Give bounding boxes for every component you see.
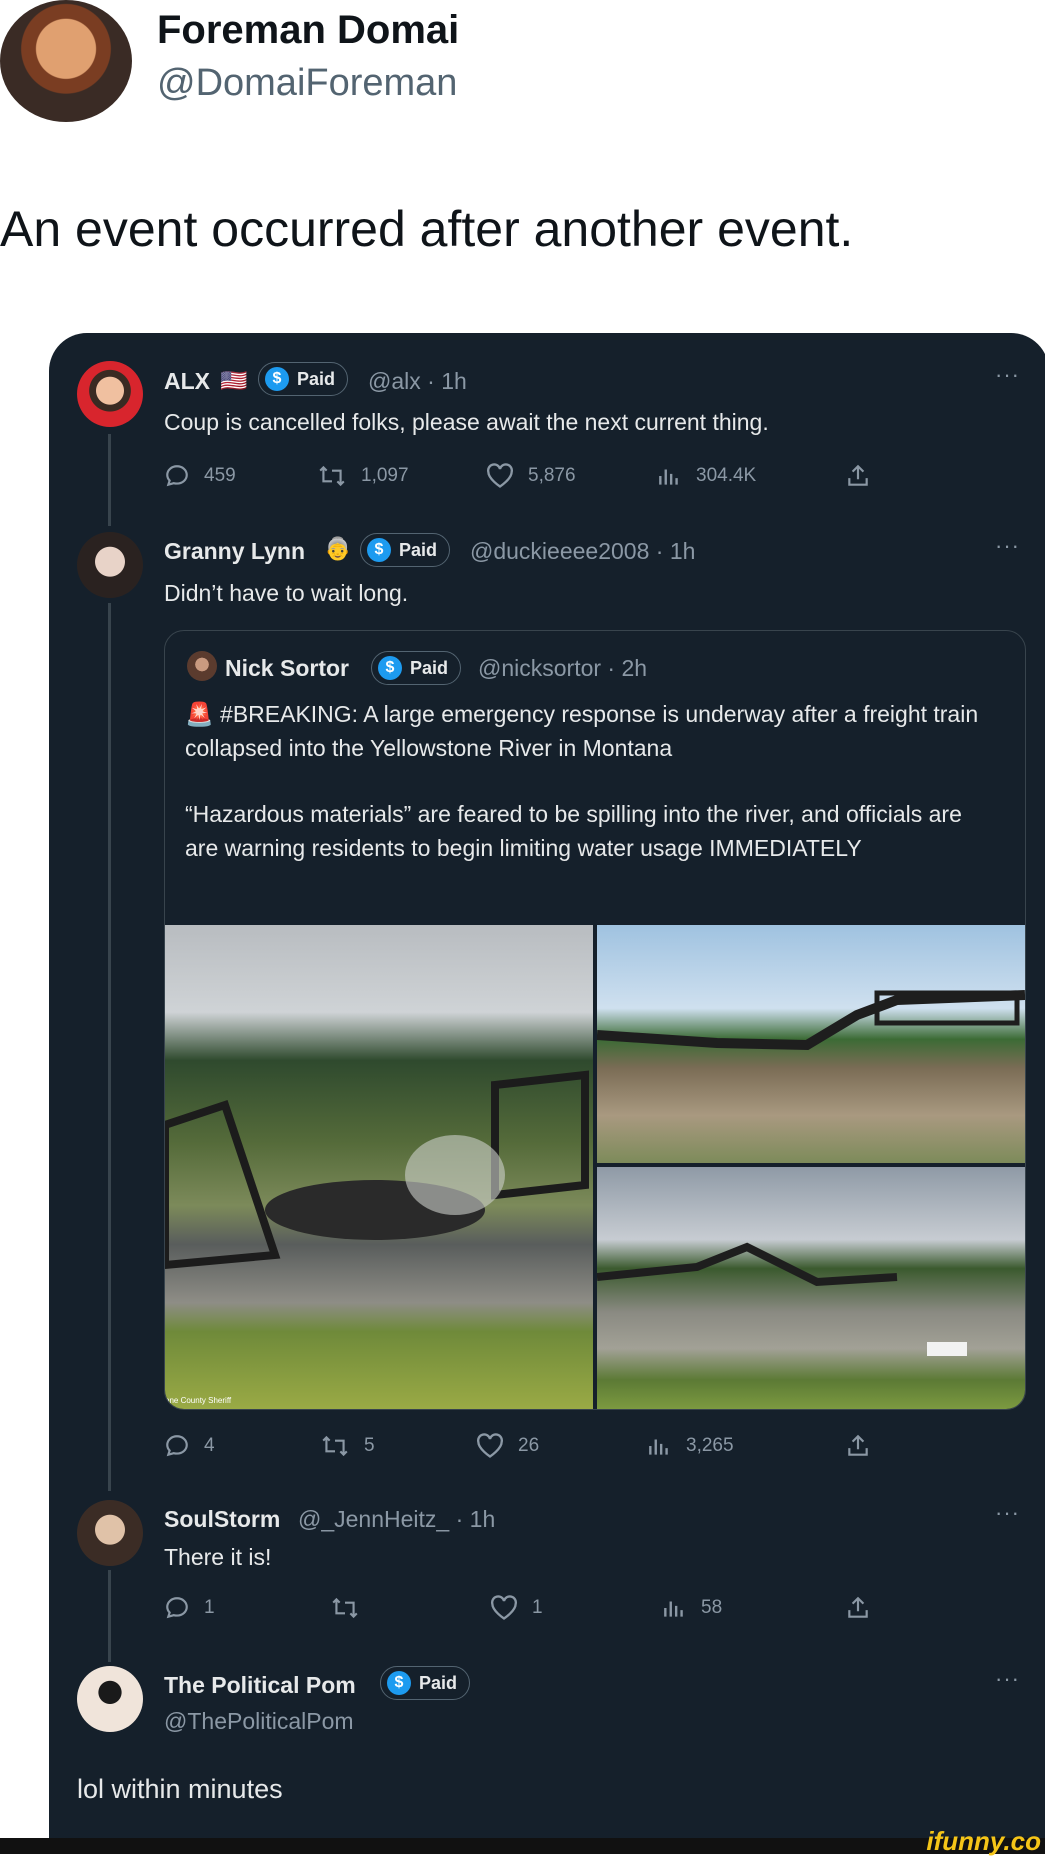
author-avatar[interactable] [0,0,132,122]
retweet-icon [319,465,345,487]
paid-badge: $ Paid [371,651,462,685]
quote-handle[interactable]: @nicksortor · 2h [478,655,647,682]
tweet-author-name[interactable]: Granny Lynn [164,538,305,565]
views-icon [649,1439,668,1455]
avatar[interactable] [187,651,217,681]
thread-line [108,434,111,526]
reply-button[interactable]: 4 [164,1433,215,1459]
retweet-icon [332,1597,358,1619]
share-button[interactable] [845,1595,885,1621]
dollar-icon: $ [265,367,289,391]
share-button[interactable] [845,1433,885,1459]
post-text: An event occurred after another event. [0,201,854,257]
more-options-icon[interactable]: ··· [995,1666,1020,1692]
photo-collapsed-bridge[interactable]: one County Sheriff [165,925,593,1409]
author-name[interactable]: Foreman Domai [157,8,459,53]
footer-bar [0,1838,1045,1854]
tweet-author-name[interactable]: The Political Pom [164,1672,356,1699]
tweet-handle[interactable]: @_JennHeitz_ · 1h [298,1506,495,1533]
tweet-text: There it is! [164,1544,272,1570]
photo-bridge-riverbank[interactable] [597,1167,1025,1409]
flag-icon: 🇺🇸 [220,368,248,393]
paid-badge: $ Paid [380,1666,471,1700]
share-button[interactable] [845,463,885,489]
more-options-icon[interactable]: ··· [995,533,1020,559]
reply-icon [166,1597,188,1619]
quote-text: 🚨 #BREAKING: A large emergency response … [185,701,979,761]
paid-badge: $ Paid [360,533,451,567]
like-button[interactable]: 1 [490,1595,543,1621]
heart-icon [477,1433,503,1458]
watermark: ifunny.co [926,1826,1041,1856]
avatar[interactable] [77,361,143,427]
quote-text-2: “Hazardous materials” are feared to be s… [185,801,962,861]
reply-button[interactable]: 1 [164,1595,215,1621]
tweet-handle[interactable]: @duckieeee2008 · 1h [470,538,695,565]
views-icon [659,469,678,485]
tweet-text: Coup is cancelled folks, please await th… [164,409,769,435]
views-button[interactable]: 304.4K [656,463,756,489]
dollar-icon: $ [378,656,402,680]
bridge-truss-illustration [597,1242,967,1356]
heart-icon [487,463,513,488]
thread-line [108,1570,111,1662]
retweet-button[interactable] [330,1595,374,1621]
paid-badge: $ Paid [258,362,349,396]
quote-author-name[interactable]: Nick Sortor [225,655,349,682]
retweet-button[interactable]: 5 [320,1433,375,1459]
retweet-button[interactable]: 1,097 [317,463,409,489]
more-options-icon[interactable]: ··· [995,362,1020,388]
views-icon [664,1601,683,1617]
quoted-tweet[interactable]: Nick Sortor $ Paid @nicksortor · 2h 🚨 #BR… [164,630,1026,1410]
share-icon [848,1596,868,1618]
like-button[interactable]: 5,876 [486,463,576,489]
reply-icon [166,1435,188,1457]
dollar-icon: $ [367,538,391,562]
tweet-text: lol within minutes [77,1774,283,1804]
bridge-wreck-illustration [165,1070,589,1270]
share-icon [848,464,868,486]
reply-button[interactable]: 459 [164,463,236,489]
avatar[interactable] [77,1500,143,1566]
like-button[interactable]: 26 [476,1433,539,1459]
bridge-truss-illustration [597,990,1025,1051]
more-options-icon[interactable]: ··· [995,1500,1020,1526]
avatar[interactable] [77,1666,143,1732]
retweet-icon [322,1435,348,1457]
image-caption: one County Sheriff [165,1396,232,1405]
author-handle[interactable]: @DomaiForeman [157,62,457,105]
tweet-text: Didn’t have to wait long. [164,580,409,606]
reply-icon [166,465,188,487]
tweet-author-name[interactable]: ALX [164,368,210,395]
tweet-handle[interactable]: @ThePoliticalPom [164,1708,354,1735]
tweet-author-name[interactable]: SoulStorm [164,1506,280,1533]
photo-bridge-aerial[interactable] [597,925,1025,1163]
dollar-icon: $ [387,1671,411,1695]
thread-line [108,603,111,1491]
heart-icon [491,1595,517,1620]
grandma-emoji-icon: 👵 [324,536,352,561]
tweet-handle[interactable]: @alx · 1h [368,368,467,395]
share-icon [848,1434,868,1456]
views-button[interactable]: 3,265 [646,1433,734,1459]
avatar[interactable] [77,532,143,598]
views-button[interactable]: 58 [661,1595,722,1621]
